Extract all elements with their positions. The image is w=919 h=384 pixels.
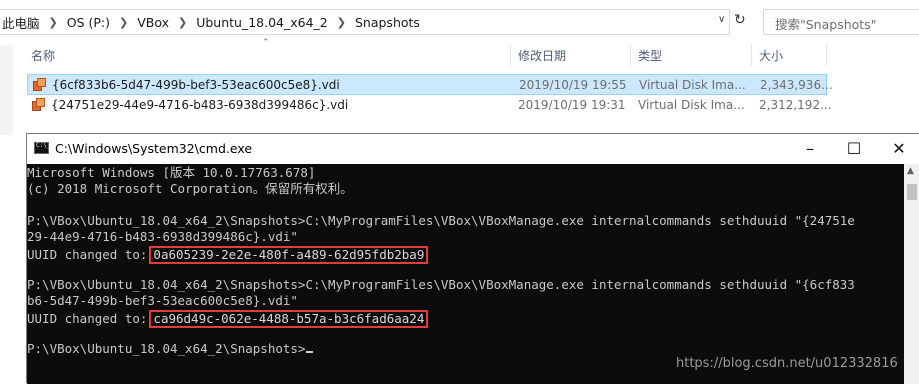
scroll-up-icon[interactable]: ▲ [907, 166, 914, 176]
watermark: https://blog.csdn.net/u012332816 [676, 356, 898, 371]
breadcrumb-this-pc[interactable]: 此电脑 [2, 13, 40, 32]
file-name: {6cf833b6-5d47-499b-bef3-53eac600c5e8}.v… [52, 78, 340, 92]
refresh-icon[interactable]: ↻ [734, 12, 746, 28]
breadcrumb-os-drive[interactable]: OS (P:) [67, 15, 110, 30]
file-row[interactable]: {6cf833b6-5d47-499b-bef3-53eac600c5e8}.v… [27, 74, 833, 95]
chevron-down-icon[interactable]: ∨ [718, 14, 725, 25]
file-row[interactable]: {24751e29-44e9-4716-b483-6938d399486c}.v… [27, 95, 832, 116]
file-type: Virtual Disk Ima... [639, 78, 746, 92]
scrollbar-thumb[interactable] [907, 184, 917, 200]
minimize-button[interactable]: – [795, 139, 825, 159]
column-header-row: 名称 修改日期 类型 大小 [0, 44, 919, 66]
chevron-right-icon[interactable]: ❯ [337, 16, 346, 29]
vertical-scrollbar[interactable]: ▲ [904, 164, 919, 384]
breadcrumb-ubuntu[interactable]: Ubuntu_18.04_x64_2 [196, 15, 328, 30]
column-divider[interactable] [751, 44, 752, 66]
console-line: 29-44e9-4716-b483-6938d399486c}.vdi" [27, 229, 298, 244]
vdi-file-icon [32, 98, 45, 111]
search-input[interactable]: 搜索"Snapshots" [763, 9, 919, 35]
console-line: P:\VBox\Ubuntu_18.04_x64_2\Snapshots>C:\… [27, 213, 855, 228]
navigation-pane-edge [0, 45, 13, 135]
console-line: UUID changed to: ca96d49c-062e-4488-b57a-… [27, 310, 429, 328]
column-divider[interactable] [630, 44, 631, 66]
text-cursor [306, 351, 314, 353]
console-line: UUID changed to: 0a605239-2e2e-480f-a489-… [27, 246, 429, 264]
console-line: P:\VBox\Ubuntu_18.04_x64_2\Snapshots>C:\… [27, 277, 855, 292]
highlighted-uuid: 0a605239-2e2e-480f-a489-62d95fdb2ba9 [149, 246, 429, 264]
column-header-name[interactable]: 名称 [31, 47, 55, 64]
cmd-window: C:\Windows\System32\cmd.exe – ☐ ✕ Micros… [26, 133, 919, 384]
cmd-window-title: C:\Windows\System32\cmd.exe [55, 141, 253, 156]
console-line: (c) 2018 Microsoft Corporation。保留所有权利。 [27, 181, 353, 196]
file-modified: 2019/10/19 19:31 [518, 98, 626, 112]
chevron-right-icon[interactable]: ❯ [119, 16, 128, 29]
console-line: Microsoft Windows [版本 10.0.17763.678] [27, 165, 316, 180]
file-type: Virtual Disk Ima... [638, 98, 745, 112]
uuid-changed-label: UUID changed to: [27, 247, 148, 262]
column-header-modified[interactable]: 修改日期 [518, 47, 566, 64]
breadcrumb: 此电脑 ❯ OS (P:) ❯ VBox ❯ Ubuntu_18.04_x64_… [2, 13, 420, 32]
breadcrumb-snapshots[interactable]: Snapshots [355, 15, 420, 30]
maximize-button[interactable]: ☐ [839, 139, 869, 159]
column-divider[interactable] [510, 44, 511, 66]
address-bar-area: 此电脑 ❯ OS (P:) ❯ VBox ❯ Ubuntu_18.04_x64_… [0, 0, 919, 44]
column-header-type[interactable]: 类型 [638, 47, 662, 64]
file-modified: 2019/10/19 19:55 [519, 78, 627, 92]
search-placeholder: 搜索"Snapshots" [775, 17, 877, 32]
chevron-right-icon[interactable]: ❯ [49, 16, 58, 29]
console-prompt: P:\VBox\Ubuntu_18.04_x64_2\Snapshots> [27, 341, 306, 356]
vdi-file-icon [33, 78, 46, 91]
chevron-right-icon[interactable]: ❯ [178, 16, 187, 29]
highlighted-uuid: ca96d49c-062e-4488-b57a-b3c6fad6aa24 [149, 310, 429, 328]
column-header-size[interactable]: 大小 [759, 47, 783, 64]
breadcrumb-vbox[interactable]: VBox [137, 15, 169, 30]
column-divider[interactable] [826, 44, 827, 66]
uuid-changed-label: UUID changed to: [27, 311, 148, 326]
console-line: P:\VBox\Ubuntu_18.04_x64_2\Snapshots> [27, 341, 314, 357]
file-size: 2,343,936... [760, 78, 833, 92]
file-size: 2,312,192... [759, 98, 832, 112]
cmd-title-bar[interactable]: C:\Windows\System32\cmd.exe – ☐ ✕ [27, 134, 919, 164]
console-output[interactable]: Microsoft Windows [版本 10.0.17763.678] (c… [27, 164, 904, 384]
cmd-app-icon[interactable] [34, 142, 50, 154]
file-name: {24751e29-44e9-4716-b483-6938d399486c}.v… [51, 98, 349, 112]
console-line: b6-5d47-499b-bef3-53eac600c5e8}.vdi" [27, 293, 298, 308]
close-button[interactable]: ✕ [884, 139, 914, 159]
